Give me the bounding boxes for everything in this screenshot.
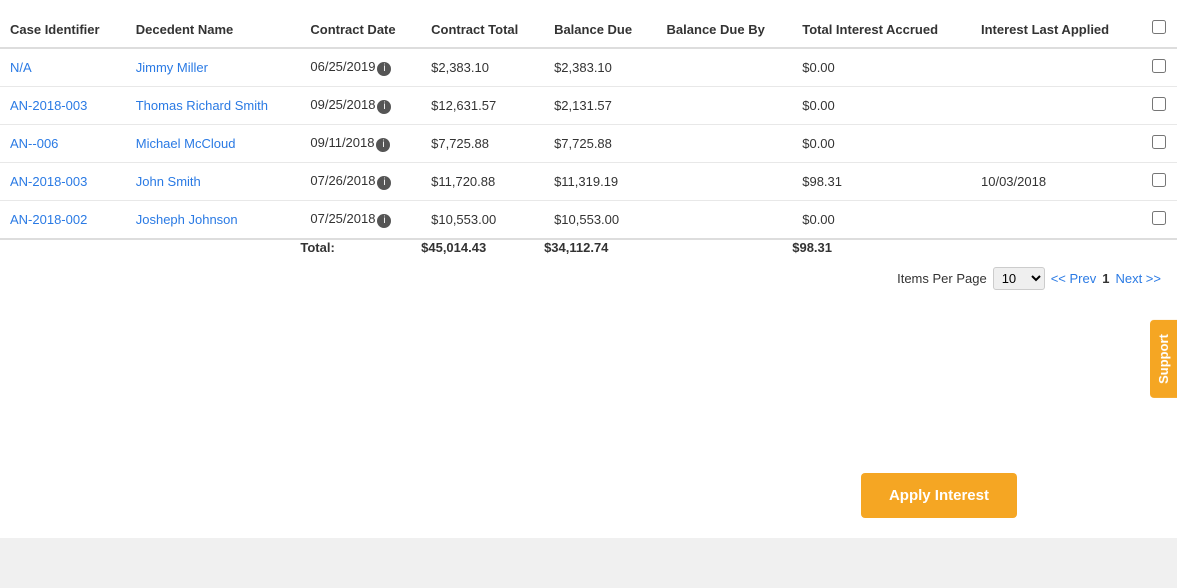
row-checkbox-cell[interactable] [1141, 87, 1177, 125]
total-interest-accrued-cell: $98.31 [792, 163, 971, 201]
apply-interest-button[interactable]: Apply Interest [861, 473, 1017, 518]
col-header-total-interest-accrued: Total Interest Accrued [792, 10, 971, 48]
case-id-link[interactable]: AN-2018-002 [10, 212, 87, 227]
totals-empty-4 [971, 239, 1141, 255]
balance-due-by-cell [657, 48, 793, 87]
balance-due-cell: $7,725.88 [544, 125, 656, 163]
col-header-checkbox[interactable] [1141, 10, 1177, 48]
row-checkbox-cell[interactable] [1141, 163, 1177, 201]
next-page-link[interactable]: Next >> [1115, 271, 1161, 286]
row-checkbox[interactable] [1152, 173, 1166, 187]
interest-last-applied-cell [971, 201, 1141, 240]
select-all-checkbox[interactable] [1152, 20, 1166, 34]
col-header-case-identifier: Case Identifier [0, 10, 126, 48]
decedent-name-link[interactable]: John Smith [136, 174, 201, 189]
totals-empty-1 [0, 239, 126, 255]
pagination-row: Items Per Page 102550100 << Prev 1 Next … [0, 255, 1177, 302]
items-per-page-select[interactable]: 102550100 [993, 267, 1045, 290]
col-header-interest-last-applied: Interest Last Applied [971, 10, 1141, 48]
row-checkbox[interactable] [1152, 59, 1166, 73]
table-row: AN-2018-003 Thomas Richard Smith 09/25/201… [0, 87, 1177, 125]
totals-empty-3 [657, 239, 793, 255]
totals-empty-2 [126, 239, 301, 255]
contract-total-cell: $12,631.57 [421, 87, 544, 125]
row-checkbox[interactable] [1152, 211, 1166, 225]
total-interest-accrued-cell: $0.00 [792, 201, 971, 240]
interest-last-applied-cell [971, 48, 1141, 87]
contract-total-cell: $11,720.88 [421, 163, 544, 201]
balance-due-cell: $2,131.57 [544, 87, 656, 125]
row-checkbox[interactable] [1152, 97, 1166, 111]
main-table: Case Identifier Decedent Name Contract D… [0, 10, 1177, 255]
balance-due-by-cell [657, 163, 793, 201]
support-tab[interactable]: Support [1150, 320, 1177, 398]
col-header-contract-date: Contract Date [300, 10, 421, 48]
balance-due-by-cell [657, 201, 793, 240]
row-checkbox-cell[interactable] [1141, 48, 1177, 87]
totals-empty-5 [1141, 239, 1177, 255]
col-header-balance-due-by: Balance Due By [657, 10, 793, 48]
col-header-contract-total: Contract Total [421, 10, 544, 48]
case-id-link[interactable]: AN-2018-003 [10, 98, 87, 113]
current-page-number: 1 [1102, 271, 1109, 286]
row-checkbox-cell[interactable] [1141, 201, 1177, 240]
info-icon[interactable]: i [376, 138, 390, 152]
table-row: AN-2018-003 John Smith 07/26/2018i$11,720.… [0, 163, 1177, 201]
contract-total-cell: $2,383.10 [421, 48, 544, 87]
total-interest-accrued-cell: $0.00 [792, 48, 971, 87]
table-row: N/AJimmy Miller06/25/2019i$2,383.10$2,38… [0, 48, 1177, 87]
case-id-link[interactable]: AN-2018-003 [10, 174, 87, 189]
decedent-name-link[interactable]: Josheph Johnson [136, 212, 238, 227]
balance-due-by-cell [657, 87, 793, 125]
info-icon[interactable]: i [377, 62, 391, 76]
interest-last-applied-cell [971, 87, 1141, 125]
table-header-row: Case Identifier Decedent Name Contract D… [0, 10, 1177, 48]
totals-row: Total: $45,014.43 $34,112.74 $98.31 [0, 239, 1177, 255]
decedent-name-link[interactable]: Michael McCloud [136, 136, 236, 151]
contract-date-cell: 07/26/2018i [300, 163, 421, 201]
totals-label: Total: [300, 239, 421, 255]
prev-page-link[interactable]: << Prev [1051, 271, 1097, 286]
info-icon[interactable]: i [377, 214, 391, 228]
contract-total-cell: $7,725.88 [421, 125, 544, 163]
contract-date-cell: 09/11/2018i [300, 125, 421, 163]
table-row: AN-2018-002Josheph Johnson07/25/2018i$10… [0, 201, 1177, 240]
row-checkbox[interactable] [1152, 135, 1166, 149]
interest-last-applied-cell [971, 125, 1141, 163]
contract-date-cell: 07/25/2018i [300, 201, 421, 240]
items-per-page-label: Items Per Page [897, 271, 987, 286]
col-header-balance-due: Balance Due [544, 10, 656, 48]
info-icon[interactable]: i [377, 176, 391, 190]
totals-contract-total: $45,014.43 [421, 239, 544, 255]
table-row: AN--006Michael McCloud09/11/2018i$7,725.… [0, 125, 1177, 163]
balance-due-by-cell [657, 125, 793, 163]
footer-area [0, 538, 1177, 588]
balance-due-cell: $11,319.19 [544, 163, 656, 201]
info-icon[interactable]: i [377, 100, 391, 114]
case-id-link[interactable]: AN--006 [10, 136, 58, 151]
balance-due-cell: $2,383.10 [544, 48, 656, 87]
totals-balance-due: $34,112.74 [544, 239, 656, 255]
totals-interest-accrued: $98.31 [792, 239, 971, 255]
total-interest-accrued-cell: $0.00 [792, 87, 971, 125]
contract-date-cell: 06/25/2019i [300, 48, 421, 87]
interest-last-applied-cell: 10/03/2018 [971, 163, 1141, 201]
row-checkbox-cell[interactable] [1141, 125, 1177, 163]
total-interest-accrued-cell: $0.00 [792, 125, 971, 163]
col-header-decedent-name: Decedent Name [126, 10, 301, 48]
decedent-name-link[interactable]: Thomas Richard Smith [136, 98, 268, 113]
balance-due-cell: $10,553.00 [544, 201, 656, 240]
contract-total-cell: $10,553.00 [421, 201, 544, 240]
case-id-link[interactable]: N/A [10, 60, 32, 75]
decedent-name-link[interactable]: Jimmy Miller [136, 60, 208, 75]
contract-date-cell: 09/25/2018i [300, 87, 421, 125]
page-wrapper: Case Identifier Decedent Name Contract D… [0, 0, 1177, 538]
